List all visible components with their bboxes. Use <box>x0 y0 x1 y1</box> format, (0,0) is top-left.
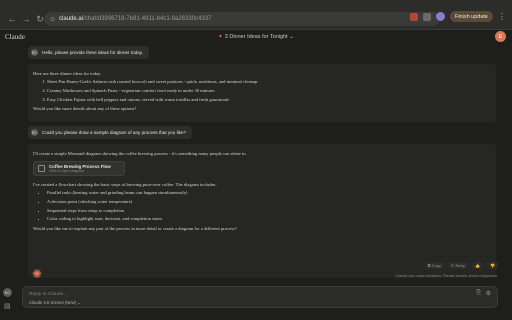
finish-update-button[interactable]: Finish update <box>449 11 493 22</box>
diagram-features-list: Parallel tasks (heating water and grindi… <box>33 189 491 224</box>
extensions-puzzle-icon[interactable] <box>422 12 431 21</box>
assistant-outro: Would you like me to explain any part of… <box>33 226 237 232</box>
settings-icon[interactable]: ⚙ <box>486 290 491 297</box>
url-host: claude.ai <box>59 16 84 22</box>
thumbs-down-button[interactable]: 👎 <box>487 262 498 269</box>
list-item: Parallel tasks (heating water and grindi… <box>47 189 491 198</box>
composer: Claude 3.5 Sonnet (New) ⌄ ⎘ ⚙ <box>22 286 498 308</box>
assistant-message: I'll create a simple Mermaid diagram sho… <box>28 144 496 278</box>
reply-input[interactable] <box>29 290 429 298</box>
thumbs-up-button[interactable]: 👍 <box>472 262 484 269</box>
site-info-icon[interactable]: ⊙ <box>50 16 55 23</box>
disclaimer: Claude can make mistakes. Please double-… <box>395 274 498 278</box>
toolbar-right: Finish update ⋮ <box>409 11 506 22</box>
user-message: EC Could you please draw a sample diagra… <box>28 126 193 139</box>
artifact-text: Coffee Brewing Process Flow Click to ope… <box>49 164 111 174</box>
chat-title-text: 3 Dinner Ideas for Tonight <box>224 34 288 40</box>
artifact-card[interactable]: Coffee Brewing Process Flow Click to ope… <box>33 161 125 176</box>
user-message-text: Could you please draw a sample diagram o… <box>42 130 187 135</box>
artifact-title: Coffee Brewing Process Flow <box>49 163 111 169</box>
list-item: Sequential steps from setup to completio… <box>47 207 491 216</box>
retry-label: Retry <box>455 263 466 268</box>
list-item: Color coding to highlight start, decisio… <box>47 215 491 224</box>
model-selector[interactable]: Claude 3.5 Sonnet (New) ⌄ <box>29 300 81 305</box>
back-icon[interactable]: ← <box>6 13 18 25</box>
account-avatar[interactable]: E <box>495 31 506 42</box>
user-message-text: Hello, please provide three ideas for di… <box>42 50 144 55</box>
assistant-intro: Here are three dinner ideas for today: <box>33 71 102 76</box>
retry-button[interactable]: ↻ Retry <box>448 262 469 269</box>
diagram-icon <box>38 165 45 172</box>
browser-chrome: ← → ↻ ⊙ claude.ai/chat/d3996718-7b81-491… <box>0 0 512 30</box>
dinner-list: Sheet Pan Honey-Garlic Salmon with roast… <box>33 78 491 104</box>
tab-strip <box>0 0 512 10</box>
assistant-message: Here are three dinner ideas for today: S… <box>28 64 496 122</box>
list-item: Easy Chicken Fajitas with bell peppers a… <box>47 96 491 105</box>
copy-button[interactable]: ⧉ Copy <box>424 262 444 269</box>
sidebar-toggle-icon[interactable]: ▤ <box>4 302 11 310</box>
list-item: Sheet Pan Honey-Garlic Salmon with roast… <box>47 78 491 87</box>
artifact-subtitle: Click to open diagram <box>49 168 84 173</box>
model-name: Claude 3.5 Sonnet (New) <box>29 300 77 305</box>
user-avatar: EC <box>31 49 38 56</box>
claude-logo-icon: ✺ <box>32 267 43 281</box>
list-item: A decision point (checking water tempera… <box>47 198 491 207</box>
list-item: Creamy Mushroom and Spinach Pasta - vege… <box>47 87 491 96</box>
assistant-intro: I'll create a simple Mermaid diagram sho… <box>33 151 247 156</box>
assistant-mid: I've created a flowchart showing the bas… <box>33 182 217 187</box>
browser-toolbar: ← → ↻ ⊙ claude.ai/chat/d3996718-7b81-491… <box>0 10 512 28</box>
url-path: /chat/d3996718-7b81-4911-b4c1-9a26330c43… <box>83 16 212 22</box>
message-actions: ⧉ Copy ↻ Retry 👍 👎 <box>424 262 498 269</box>
chevron-down-icon: ⌄ <box>76 300 81 305</box>
user-avatar: EC <box>31 129 38 136</box>
attach-icon[interactable]: ⎘ <box>476 290 481 297</box>
forward-icon[interactable]: → <box>20 13 32 25</box>
chevron-down-icon: ⌄ <box>287 34 294 40</box>
user-message: EC Hello, please provide three ideas for… <box>28 46 150 59</box>
extension-icon[interactable] <box>409 12 418 21</box>
profile-avatar[interactable] <box>435 12 445 21</box>
assistant-outro: Would you like more details about any of… <box>33 106 137 112</box>
sidebar-user-avatar[interactable]: EC <box>3 288 12 297</box>
chat-icon: ✦ <box>218 34 223 40</box>
chat-title[interactable]: ✦ 3 Dinner Ideas for Tonight ⌄ <box>0 34 512 40</box>
browser-menu-icon[interactable]: ⋮ <box>498 12 506 21</box>
copy-label: Copy <box>431 263 441 268</box>
app-header: Claude ✦ 3 Dinner Ideas for Tonight ⌄ E <box>0 30 512 44</box>
address-bar[interactable]: ⊙ claude.ai/chat/d3996718-7b81-4911-b4c1… <box>44 12 440 26</box>
